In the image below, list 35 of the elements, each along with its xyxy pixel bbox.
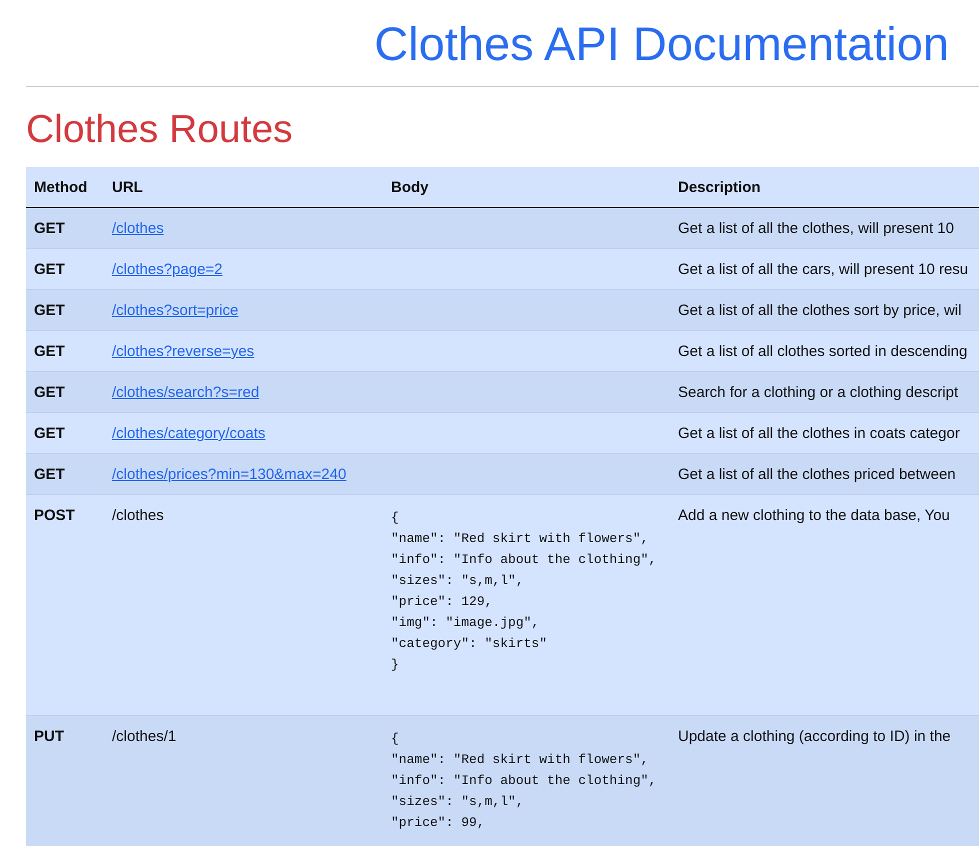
page-title: Clothes API Documentation xyxy=(374,16,949,72)
route-link[interactable]: /clothes xyxy=(112,220,164,237)
method-label: GET xyxy=(34,466,65,483)
json-body-code: { "name": "Red skirt with flowers", "info": "Info about the clothing", "sizes": "s,m,l", "price": 99, xyxy=(391,730,658,832)
route-link[interactable]: /clothes/search?s=red xyxy=(112,384,260,401)
column-header: Description xyxy=(678,178,761,196)
route-description: Update a clothing (according to ID) in the xyxy=(678,728,951,745)
method-label: GET xyxy=(34,384,65,401)
column-header: URL xyxy=(112,178,143,196)
method-label: GET xyxy=(34,261,65,278)
json-body-code: { "name": "Red skirt with flowers", "info": "Info about the clothing", "sizes": "s,m,l", "price": 129, "img": "image.jpg", "category": "skirts" } xyxy=(391,509,658,674)
route-description: Get a list of all the cars, will present 10 resu xyxy=(678,261,968,278)
method-label: GET xyxy=(34,220,65,237)
route-description: Get a list of all the clothes in coats categor xyxy=(678,425,960,442)
route-description: Get a list of all the clothes priced between xyxy=(678,466,956,483)
route-link[interactable]: /clothes?page=2 xyxy=(112,261,223,278)
method-label: GET xyxy=(34,343,65,360)
route-description: Get a list of all the clothes, will present 10 xyxy=(678,220,954,237)
route-description: Get a list of all the clothes sort by price, wil xyxy=(678,302,962,319)
route-description: Get a list of all clothes sorted in descending xyxy=(678,343,968,360)
method-label: GET xyxy=(34,302,65,319)
column-header: Method xyxy=(34,178,88,196)
route-description: Search for a clothing or a clothing descript xyxy=(678,384,958,401)
method-label: POST xyxy=(34,507,75,524)
method-label: GET xyxy=(34,425,65,442)
method-label: PUT xyxy=(34,728,64,745)
route-link[interactable]: /clothes?reverse=yes xyxy=(112,343,254,360)
route-path: /clothes xyxy=(112,507,164,524)
column-header: Body xyxy=(391,178,428,196)
route-link[interactable]: /clothes?sort=price xyxy=(112,302,238,319)
route-description: Add a new clothing to the data base, You xyxy=(678,507,950,524)
route-path: /clothes/1 xyxy=(112,728,176,745)
section-title: Clothes Routes xyxy=(26,107,294,153)
route-link[interactable]: /clothes/category/coats xyxy=(112,425,266,442)
route-link[interactable]: /clothes/prices?min=130&max=240 xyxy=(112,466,346,483)
